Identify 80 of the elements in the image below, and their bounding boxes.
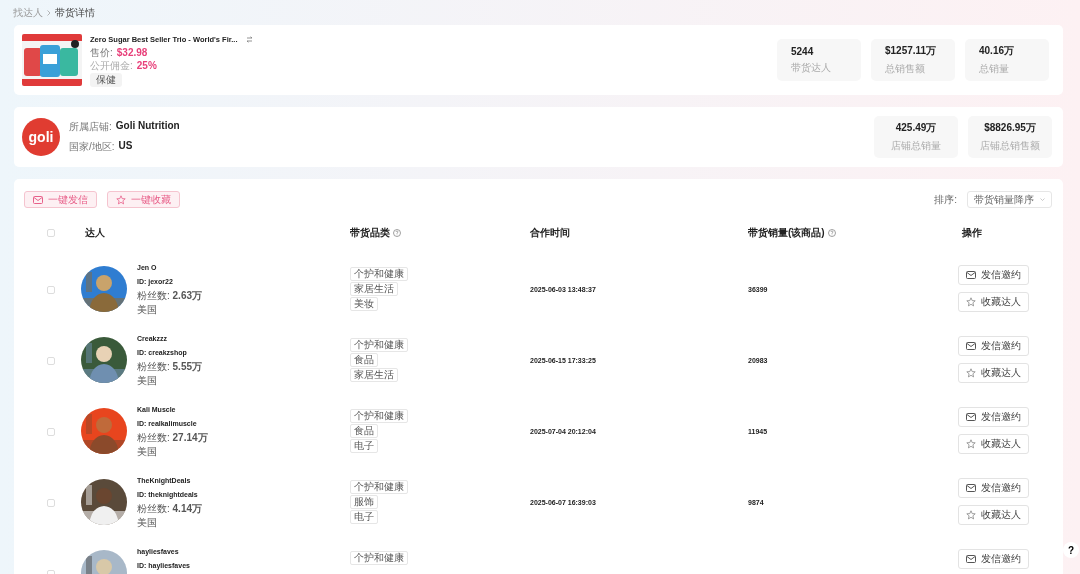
price-value: $32.98 bbox=[116, 46, 148, 59]
mail-icon bbox=[33, 195, 43, 204]
commission-label: 公开佣金: bbox=[90, 59, 133, 72]
select-all-checkbox[interactable] bbox=[47, 229, 55, 237]
commission-value: 25% bbox=[136, 59, 157, 72]
creator-country: 美国 bbox=[137, 375, 158, 387]
store-logo: goli bbox=[22, 118, 60, 156]
category-tag: 家居生活 bbox=[350, 368, 398, 382]
stat-value: 40.16万 bbox=[979, 44, 1016, 58]
follower-count: 粉丝数: 5.55万 bbox=[137, 361, 203, 373]
category-tag: 保健 bbox=[90, 72, 122, 87]
category-tag: 食品 bbox=[350, 424, 378, 438]
stat-label: 带货达人 bbox=[791, 60, 832, 75]
favorite-button[interactable]: 收藏达人 bbox=[958, 505, 1029, 525]
sort-label: 排序: bbox=[934, 192, 957, 207]
stat-value: $8826.95万 bbox=[984, 121, 1036, 135]
help-icon bbox=[393, 229, 401, 237]
category-tag: 美妆 bbox=[350, 297, 378, 311]
row-checkbox[interactable] bbox=[47, 285, 55, 294]
invite-button[interactable]: 发信邀约 bbox=[958, 478, 1029, 498]
category-tag: 电子 bbox=[350, 510, 378, 524]
creator-country: 美国 bbox=[137, 517, 158, 529]
follower-count: 粉丝数: 27.14万 bbox=[137, 432, 208, 444]
follower-count: 粉丝数: 4.14万 bbox=[137, 503, 203, 515]
stat-label: 店铺总销售额 bbox=[980, 139, 1040, 153]
stat-label: 总销售额 bbox=[885, 62, 926, 76]
chevron-right-icon bbox=[47, 10, 51, 16]
help-button[interactable]: ? bbox=[1063, 542, 1079, 558]
stat-value: 425.49万 bbox=[895, 121, 937, 135]
category-tag: 个护和健康 bbox=[350, 267, 408, 281]
category-tag: 个护和健康 bbox=[350, 480, 408, 494]
invite-button[interactable]: 发信邀约 bbox=[958, 336, 1029, 356]
star-icon bbox=[966, 439, 976, 449]
favorite-button[interactable]: 收藏达人 bbox=[958, 434, 1029, 454]
category-tag: 个护和健康 bbox=[350, 409, 408, 423]
help-icon bbox=[827, 229, 836, 237]
star-icon bbox=[966, 368, 976, 378]
invite-button[interactable]: 发信邀约 bbox=[958, 265, 1029, 285]
price-label: 售价: bbox=[90, 46, 113, 59]
favorite-button[interactable]: 收藏达人 bbox=[958, 363, 1029, 383]
chevron-down-icon bbox=[1040, 198, 1045, 201]
star-icon bbox=[116, 194, 126, 205]
invite-button[interactable]: 发信邀约 bbox=[958, 549, 1029, 569]
category-tag: 服饰 bbox=[350, 495, 378, 509]
breadcrumb-item: 带货详情 bbox=[55, 7, 95, 19]
store-label: 所属店铺: bbox=[69, 120, 112, 134]
mail-icon bbox=[966, 342, 976, 350]
column-header: 达人 bbox=[85, 226, 105, 240]
column-header: 操作 bbox=[962, 226, 982, 240]
category-tag: 个护和健康 bbox=[350, 551, 408, 565]
favorite-button[interactable]: 收藏达人 bbox=[958, 292, 1029, 312]
region-value: US bbox=[118, 140, 133, 153]
stat-label: 总销量 bbox=[979, 62, 1010, 76]
follower-count: 粉丝数: 2.63万 bbox=[137, 290, 203, 302]
column-header: 带货销量(该商品) bbox=[748, 226, 825, 240]
category-tag: 食品 bbox=[350, 353, 378, 367]
category-tag: 个护和健康 bbox=[350, 338, 408, 352]
creator-country: 美国 bbox=[137, 304, 158, 316]
stat-value: $1257.11万 bbox=[885, 44, 938, 58]
stat-value: 5244 bbox=[791, 45, 815, 57]
category-tag: 家居生活 bbox=[350, 282, 398, 296]
column-header: 合作时间 bbox=[530, 226, 570, 240]
star-icon bbox=[966, 297, 976, 307]
row-checkbox[interactable] bbox=[47, 356, 55, 365]
row-checkbox[interactable] bbox=[47, 498, 55, 507]
category-tag: 电子 bbox=[350, 439, 378, 453]
region-label: 国家/地区: bbox=[69, 140, 115, 154]
star-icon bbox=[966, 510, 976, 520]
column-header: 带货品类 bbox=[350, 226, 390, 240]
mail-icon bbox=[966, 271, 976, 279]
swap-icon[interactable] bbox=[245, 36, 253, 43]
store-name: Goli Nutrition bbox=[115, 120, 180, 133]
creator-country: 美国 bbox=[137, 446, 158, 458]
sort-dropdown[interactable]: 带货销量降序 bbox=[967, 191, 1052, 208]
row-checkbox[interactable] bbox=[47, 427, 55, 436]
mail-icon bbox=[966, 484, 976, 492]
stat-label: 店铺总销量 bbox=[891, 139, 941, 153]
invite-button[interactable]: 发信邀约 bbox=[958, 407, 1029, 427]
mail-icon bbox=[966, 555, 976, 563]
mail-icon bbox=[966, 413, 976, 421]
